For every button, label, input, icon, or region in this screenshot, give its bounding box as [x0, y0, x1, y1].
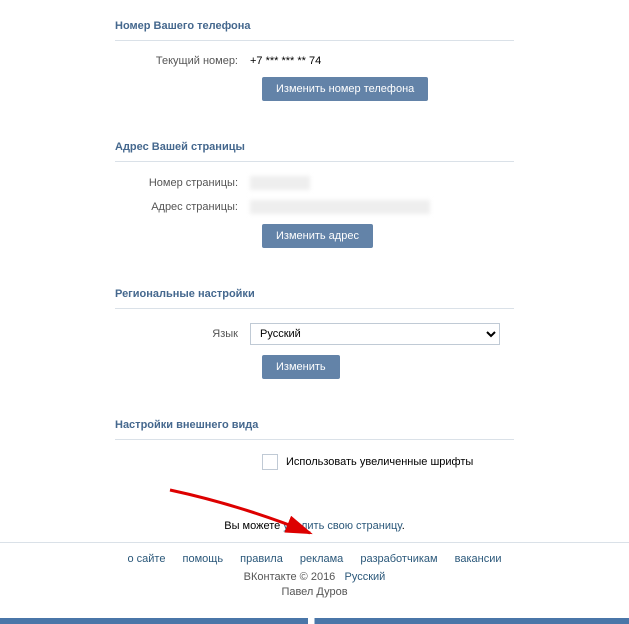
appearance-section: Настройки внешнего вида Использовать уве…	[0, 399, 629, 490]
delete-prefix: Вы можете	[224, 520, 283, 532]
page-address-label: Адрес страницы:	[20, 201, 250, 213]
footer-link-ads[interactable]: реклама	[300, 553, 343, 565]
footer-link-jobs[interactable]: вакансии	[455, 553, 502, 565]
page-number-label: Номер страницы:	[20, 177, 250, 189]
phone-current-label: Текущий номер:	[20, 55, 250, 67]
footer-year: © 2016	[300, 571, 336, 583]
language-label: Язык	[20, 328, 250, 340]
regional-btn-row: Изменить	[20, 355, 609, 379]
large-fonts-label: Использовать увеличенные шрифты	[286, 456, 473, 468]
footer: о сайте помощь правила реклама разработч…	[0, 542, 629, 608]
language-select-wrap: Русский	[250, 323, 500, 345]
language-row: Язык Русский	[20, 323, 609, 345]
settings-content: Номер Вашего телефона Текущий номер: +7 …	[0, 0, 629, 618]
phone-current-value: +7 *** *** ** 74	[250, 55, 321, 67]
change-phone-button[interactable]: Изменить номер телефона	[262, 77, 428, 101]
regional-title: Региональные настройки	[115, 280, 514, 309]
change-language-button[interactable]: Изменить	[262, 355, 340, 379]
page-number-row: Номер страницы: hidden	[20, 176, 609, 190]
footer-author: Павел Дуров	[0, 586, 629, 598]
address-title: Адрес Вашей страницы	[115, 133, 514, 162]
footer-copyright: ВКонтакте © 2016 Русский	[0, 571, 629, 583]
footer-brand: ВКонтакте	[244, 571, 297, 583]
footer-link-about[interactable]: о сайте	[127, 553, 165, 565]
bottom-bar	[0, 618, 629, 624]
language-select[interactable]: Русский	[250, 323, 500, 345]
phone-current-row: Текущий номер: +7 *** *** ** 74	[20, 55, 609, 67]
delete-suffix: .	[402, 520, 405, 532]
delete-row: Вы можете удалить свою страницу.	[0, 490, 629, 542]
page-address-value: hidden address value here	[250, 200, 430, 214]
address-section: Адрес Вашей страницы Номер страницы: hid…	[0, 121, 629, 268]
footer-links: о сайте помощь правила реклама разработч…	[0, 553, 629, 565]
footer-link-help[interactable]: помощь	[183, 553, 224, 565]
page-address-row: Адрес страницы: hidden address value her…	[20, 200, 609, 214]
address-btn-row: Изменить адрес	[20, 224, 609, 248]
footer-lang-link[interactable]: Русский	[344, 571, 385, 583]
change-address-button[interactable]: Изменить адрес	[262, 224, 373, 248]
footer-link-dev[interactable]: разработчикам	[360, 553, 437, 565]
large-fonts-row: Использовать увеличенные шрифты	[20, 454, 609, 470]
appearance-title: Настройки внешнего вида	[115, 411, 514, 440]
regional-section: Региональные настройки Язык Русский Изме…	[0, 268, 629, 399]
phone-btn-row: Изменить номер телефона	[20, 77, 609, 101]
footer-link-rules[interactable]: правила	[240, 553, 283, 565]
phone-title: Номер Вашего телефона	[115, 12, 514, 41]
phone-section: Номер Вашего телефона Текущий номер: +7 …	[0, 0, 629, 121]
delete-page-link[interactable]: удалить свою страницу	[283, 520, 401, 532]
page-number-value: hidden	[250, 176, 310, 190]
large-fonts-checkbox[interactable]	[262, 454, 278, 470]
arrow-annotation	[160, 485, 330, 545]
